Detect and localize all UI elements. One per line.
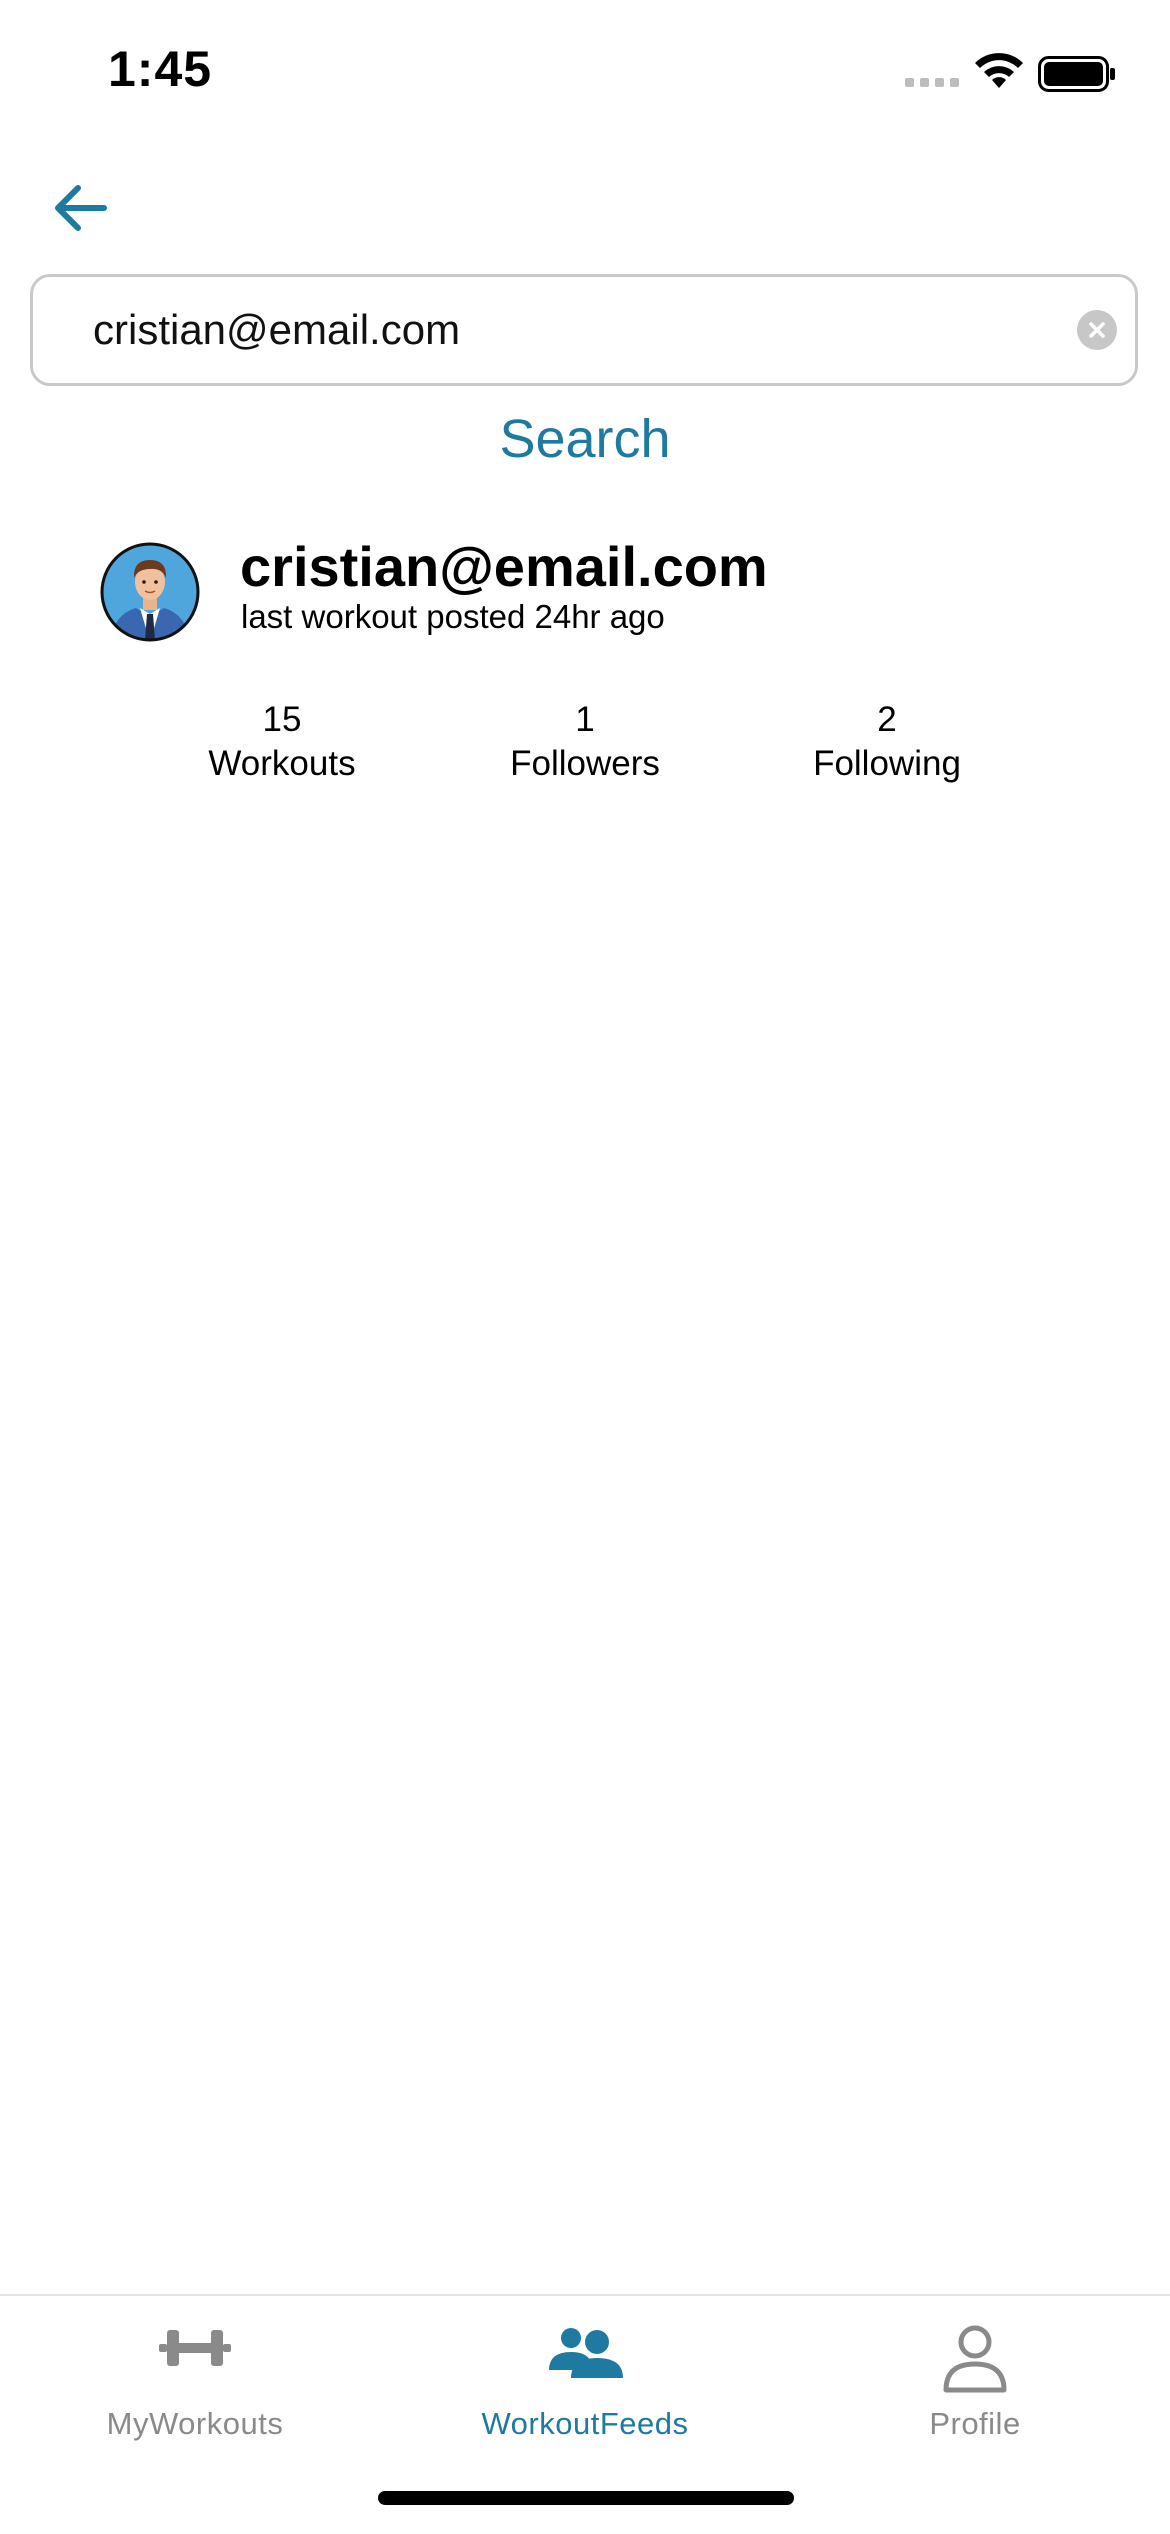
search-input[interactable] [93,277,1053,383]
users-icon [549,2328,623,2378]
cellular-signal-icon [905,78,959,87]
status-time: 1:45 [108,41,213,97]
result-username: cristian@email.com [240,535,768,598]
tab-bar: MyWorkouts WorkoutFeeds Profile [0,2294,1170,2534]
user-result-card[interactable]: cristian@email.com last workout posted 2… [80,520,1090,800]
stat-followers-value: 1 [575,700,595,739]
tab-myworkouts-label: MyWorkouts [106,2406,284,2441]
close-icon [1089,322,1105,338]
status-bar: 1:45 [0,0,1170,150]
stat-workouts: 15 Workouts [162,698,402,786]
tab-profile[interactable]: Profile [825,2296,1125,2476]
stat-workouts-label: Workouts [208,744,356,783]
dumbbell-icon [159,2330,231,2366]
battery-icon [1038,56,1115,92]
search-button[interactable]: Search [0,408,1170,470]
clear-search-button[interactable] [1077,310,1117,350]
stat-following: 2 Following [767,698,1007,786]
home-indicator [378,2491,794,2505]
tab-workoutfeeds-label: WorkoutFeeds [481,2406,689,2441]
stat-workouts-value: 15 [262,700,302,739]
back-button[interactable] [44,172,116,244]
avatar [100,542,200,642]
user-stats: 15 Workouts 1 Followers 2 Following [80,698,1090,798]
result-last-workout: last workout posted 24hr ago [241,598,665,635]
search-field [30,274,1138,386]
tab-profile-label: Profile [929,2406,1021,2441]
arrow-left-icon [55,185,107,231]
stat-followers-label: Followers [510,744,660,783]
tab-workoutfeeds[interactable]: WorkoutFeeds [435,2296,735,2476]
stat-following-value: 2 [877,700,897,739]
person-icon [943,2325,1007,2393]
stat-followers: 1 Followers [465,698,705,786]
stat-following-label: Following [813,744,961,783]
tab-myworkouts[interactable]: MyWorkouts [45,2296,345,2476]
wifi-icon [975,53,1023,88]
